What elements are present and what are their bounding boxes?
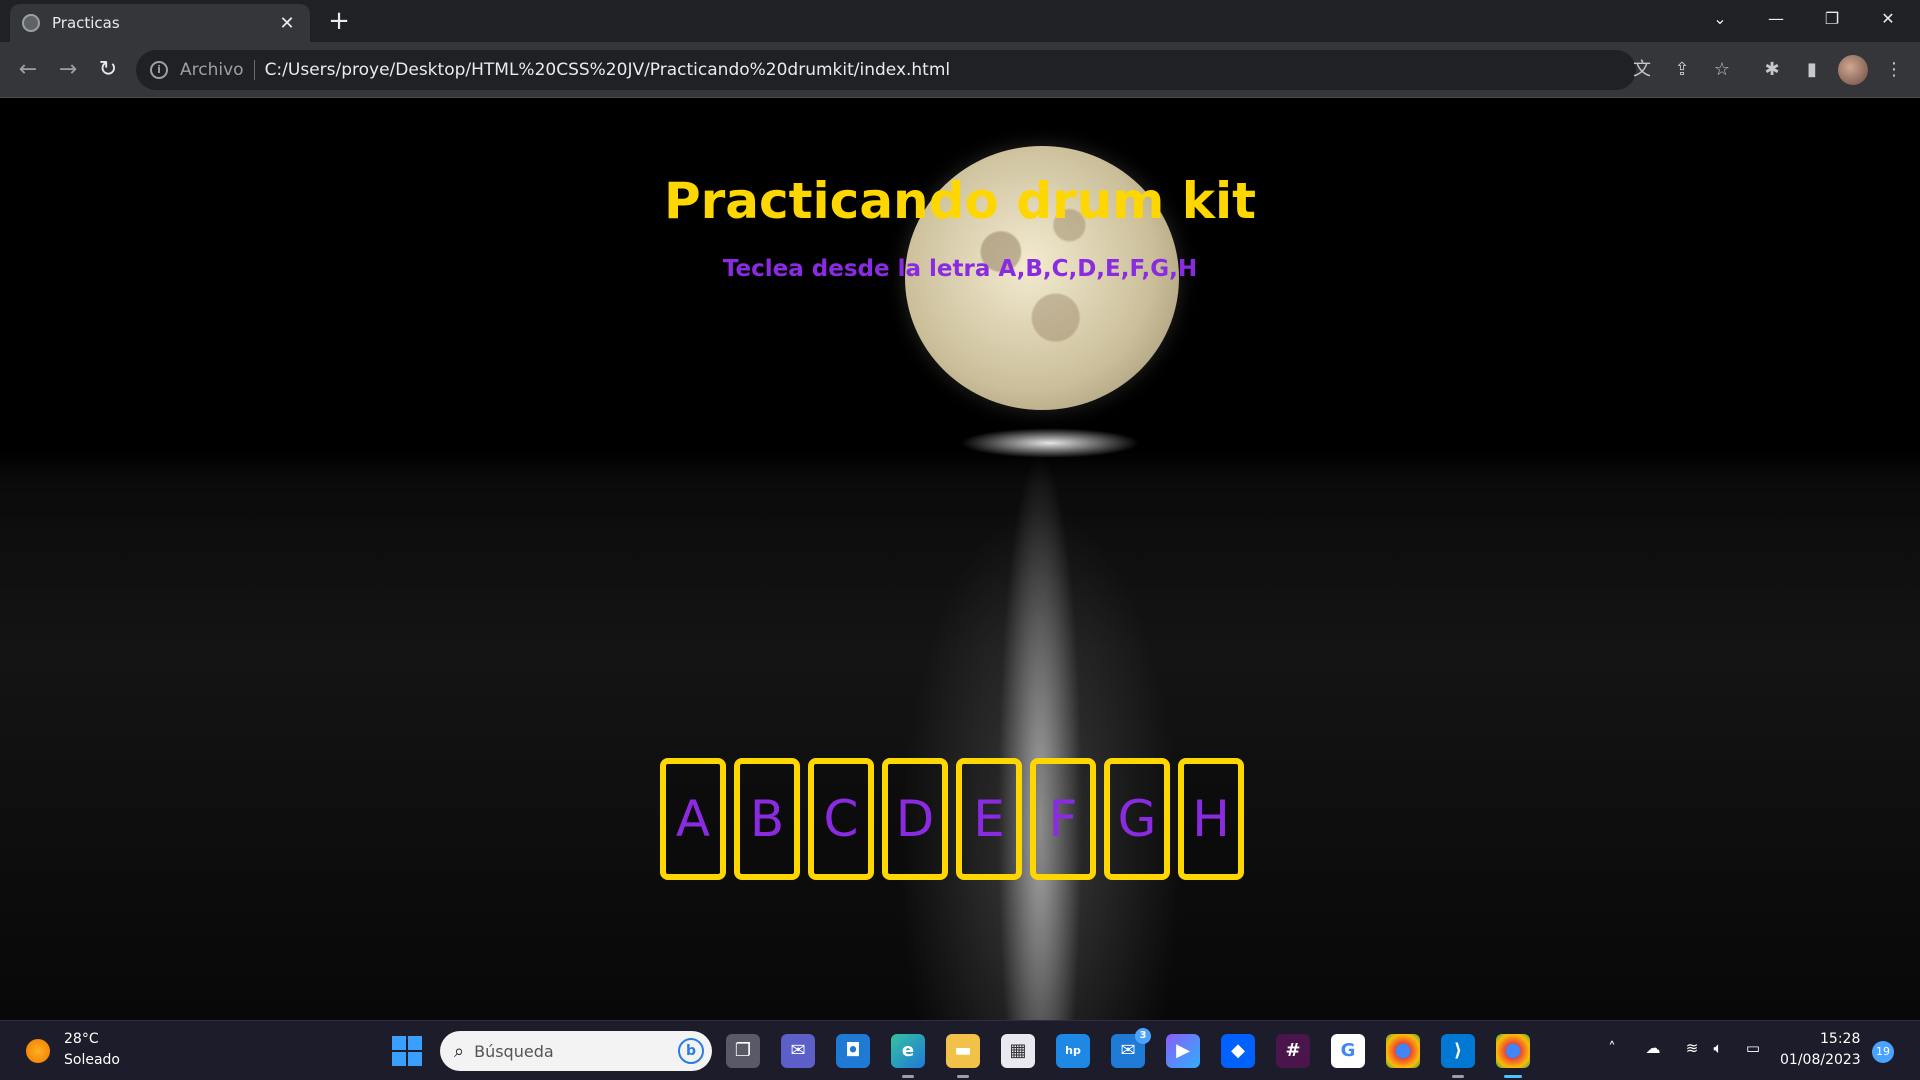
taskbar-search[interactable]: ⌕ Búsqueda b <box>440 1031 712 1071</box>
myhp-icon[interactable]: hp <box>1056 1034 1090 1068</box>
google-icon[interactable]: G <box>1331 1034 1365 1068</box>
battery-icon[interactable]: ▭ <box>1740 1039 1766 1057</box>
bing-icon[interactable]: b <box>678 1038 704 1064</box>
translate-icon[interactable]: 文 <box>1626 54 1658 86</box>
file-explorer-icon[interactable]: ▬ <box>946 1034 980 1078</box>
side-panel-icon[interactable]: ▮ <box>1796 54 1828 86</box>
tab-title: Practicas <box>52 14 120 32</box>
weather-temperature[interactable]: 28°C <box>64 1031 99 1047</box>
browser-tab[interactable]: Practicas ✕ <box>10 4 310 42</box>
forward-button[interactable]: → <box>52 54 84 86</box>
back-button[interactable]: ← <box>12 54 44 86</box>
sun-icon[interactable] <box>26 1039 50 1063</box>
minimize-button[interactable]: — <box>1748 0 1804 38</box>
microsoft-store-icon[interactable]: ▦ <box>1001 1034 1035 1068</box>
profile-avatar[interactable] <box>1838 55 1868 85</box>
globe-icon <box>22 14 40 32</box>
drum-key-a[interactable]: A <box>660 758 726 880</box>
task-view-icon[interactable]: ❐ <box>726 1034 760 1068</box>
search-placeholder: Búsqueda <box>474 1041 554 1061</box>
weather-condition[interactable]: Soleado <box>64 1052 120 1068</box>
bookmark-star-icon[interactable]: ☆ <box>1706 54 1738 86</box>
todo-icon[interactable]: ◘ <box>836 1034 870 1068</box>
search-icon: ⌕ <box>454 1040 465 1062</box>
notification-badge[interactable]: 19 <box>1872 1041 1894 1063</box>
copilot-icon[interactable]: ▶ <box>1166 1034 1200 1068</box>
clock-time[interactable]: 15:28 <box>1820 1031 1860 1047</box>
mail-badge: 3 <box>1135 1028 1151 1044</box>
drum-key-g[interactable]: G <box>1104 758 1170 880</box>
chrome-icon[interactable] <box>1386 1034 1420 1068</box>
show-hidden-icons-chevron-icon[interactable]: ˄ <box>1599 1039 1625 1057</box>
reload-button[interactable]: ↻ <box>92 54 124 86</box>
windows-logo-icon <box>392 1036 406 1050</box>
browser-toolbar: ← → ↻ i Archivo C:/Users/proye/Desktop/H… <box>0 42 1920 98</box>
tab-search-chevron-icon[interactable]: ⌄ <box>1692 0 1748 38</box>
address-url[interactable]: C:/Users/proye/Desktop/HTML%20CSS%20JV/P… <box>265 60 951 80</box>
moonlight-reflection <box>960 428 1140 458</box>
drum-key-d[interactable]: D <box>882 758 948 880</box>
page-title: Practicando drum kit <box>663 172 1257 230</box>
drum-key-b[interactable]: B <box>734 758 800 880</box>
info-icon[interactable]: i <box>150 61 168 79</box>
mail-icon[interactable]: ✉ 3 <box>1111 1028 1151 1068</box>
clock-date[interactable]: 01/08/2023 <box>1780 1052 1861 1068</box>
chrome-profile-icon[interactable] <box>1496 1034 1530 1078</box>
drum-key-h[interactable]: H <box>1178 758 1244 880</box>
menu-kebab-icon[interactable]: ⋮ <box>1878 54 1910 86</box>
address-bar[interactable]: i Archivo C:/Users/proye/Desktop/HTML%20… <box>136 50 1636 90</box>
tab-close-icon[interactable]: ✕ <box>276 13 298 34</box>
teams-chat-icon[interactable]: ✉ <box>781 1034 815 1068</box>
taskbar: 28°C Soleado ⌕ Búsqueda b ❐ ✉ ◘ e ▬ ▦ hp… <box>0 1020 1920 1080</box>
new-tab-button[interactable]: + <box>324 6 354 36</box>
browser-tab-bar: Practicas ✕ + ⌄ — ❐ ✕ <box>0 0 1920 42</box>
share-icon[interactable]: ⇪ <box>1666 54 1698 86</box>
drum-key-f[interactable]: F <box>1030 758 1096 880</box>
restore-button[interactable]: ❐ <box>1804 0 1860 38</box>
drum-key-e[interactable]: E <box>956 758 1022 880</box>
page-content: Practicando drum kit Teclea desde la let… <box>0 98 1920 1020</box>
wifi-icon[interactable]: ≋ <box>1679 1039 1705 1057</box>
edge-icon[interactable]: e <box>891 1034 925 1078</box>
slack-icon[interactable]: # <box>1276 1034 1310 1068</box>
page-subtitle: Teclea desde la letra A,B,C,D,E,F,G,H <box>722 256 1198 282</box>
extensions-icon[interactable]: ✱ <box>1756 54 1788 86</box>
drum-keys: A B C D E F G H <box>660 758 1244 880</box>
vscode-icon[interactable]: ⟩ <box>1441 1034 1475 1078</box>
start-button[interactable] <box>392 1036 422 1066</box>
close-window-button[interactable]: ✕ <box>1860 0 1916 38</box>
drum-key-c[interactable]: C <box>808 758 874 880</box>
dropbox-icon[interactable]: ◆ <box>1221 1034 1255 1068</box>
onedrive-cloud-icon[interactable]: ☁ <box>1640 1039 1666 1057</box>
address-scheme: Archivo <box>180 60 255 80</box>
volume-icon[interactable]: 🔈︎ <box>1705 1039 1731 1057</box>
